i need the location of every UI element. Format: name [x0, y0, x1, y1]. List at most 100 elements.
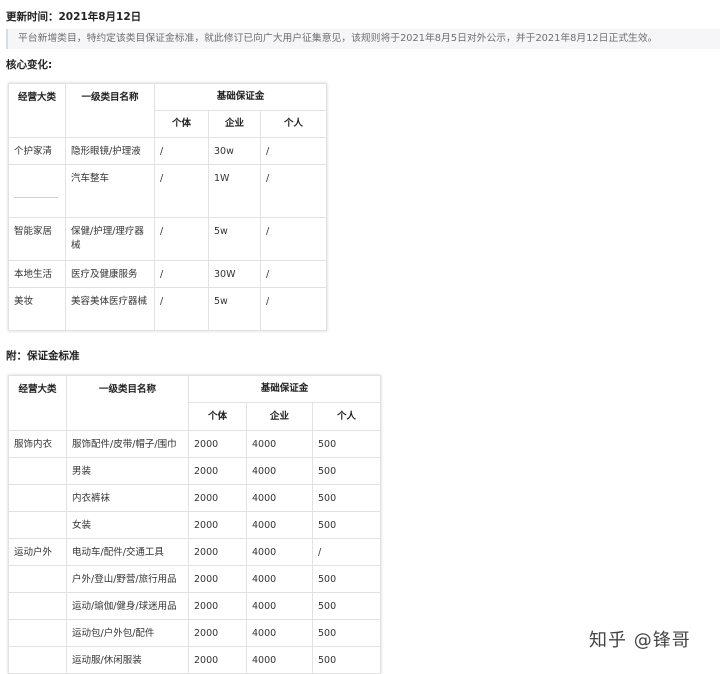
personal-cell: 500 — [311, 646, 382, 674]
table-row: 个护家清 隐形眼镜/护理液 / 30w / — [8, 137, 328, 165]
header-enterprise: 企业 — [208, 110, 261, 138]
enterprise-cell: 30W — [208, 260, 261, 288]
table-row: 汽车整车 / 1W / — [8, 164, 328, 218]
individual-cell: 2000 — [188, 457, 247, 485]
header-category: 经营大类 — [8, 375, 67, 431]
category-cell: 服饰内衣 — [8, 430, 67, 458]
enterprise-cell: 4000 — [246, 457, 313, 485]
enterprise-cell: 5w — [208, 287, 261, 331]
table-row: 户外/登山/野营/旅行用品 2000 4000 500 — [8, 565, 382, 593]
enterprise-cell: 4000 — [246, 430, 313, 458]
deposit-standard-table: 经营大类 一级类目名称 基础保证金 个体 企业 个人 服饰内衣 服饰配件/皮带/… — [8, 375, 382, 674]
individual-cell: / — [154, 137, 209, 165]
level1-cell: 保健/护理/理疗器械 — [65, 217, 155, 261]
enterprise-cell: 4000 — [246, 619, 313, 647]
core-changes-table: 经营大类 一级类目名称 基础保证金 个体 企业 个人 个护家清 隐形眼镜/护理液… — [8, 83, 328, 331]
enterprise-cell: 1W — [208, 164, 261, 218]
personal-cell: 500 — [311, 484, 382, 512]
header-enterprise: 企业 — [246, 402, 313, 431]
level1-cell: 户外/登山/野营/旅行用品 — [66, 565, 189, 593]
table-row: 本地生活 医疗及健康服务 / 30W / — [8, 260, 328, 288]
table-row: 美妆 美容美体医疗器械 / 5w / — [8, 287, 328, 331]
personal-cell: 500 — [311, 430, 382, 458]
enterprise-cell: 4000 — [246, 484, 313, 512]
notice-quote: 平台新增类目，特约定该类目保证金标准，就此修订已向广大用户征集意见，该规则将于2… — [6, 29, 720, 49]
level1-cell: 汽车整车 — [65, 164, 155, 218]
header-personal: 个人 — [259, 110, 328, 138]
level1-cell: 女装 — [66, 511, 189, 539]
enterprise-cell: 4000 — [246, 592, 313, 620]
category-cell: 智能家居 — [8, 217, 66, 261]
table-row: 运动服/休闲服装 2000 4000 500 — [8, 646, 382, 674]
individual-cell: 2000 — [188, 511, 247, 539]
table-row: 服饰内衣 服饰配件/皮带/帽子/围巾 2000 4000 500 — [8, 430, 382, 458]
category-cell — [8, 592, 67, 620]
category-cell — [8, 565, 67, 593]
personal-cell: / — [311, 538, 382, 566]
header-individual: 个体 — [154, 110, 209, 138]
category-cell: 美妆 — [8, 287, 66, 331]
category-cell — [8, 511, 67, 539]
personal-cell: 500 — [311, 565, 382, 593]
level1-cell: 美容美体医疗器械 — [65, 287, 155, 331]
table-row: 智能家居 保健/护理/理疗器械 / 5w / — [8, 217, 328, 261]
personal-cell: / — [259, 217, 328, 261]
individual-cell: / — [154, 287, 209, 331]
personal-cell: / — [259, 164, 328, 218]
individual-cell: 2000 — [188, 646, 247, 674]
table-row: 内衣裤袜 2000 4000 500 — [8, 484, 382, 512]
header-deposit: 基础保证金 — [153, 83, 328, 111]
enterprise-cell: 30w — [208, 137, 261, 165]
section-core-changes: 核心变化: — [6, 59, 53, 71]
enterprise-cell: 4000 — [246, 565, 313, 593]
level1-cell: 运动服/休闲服装 — [66, 646, 189, 674]
cell-divider — [14, 197, 58, 198]
header-level1: 一级类目名称 — [66, 375, 189, 431]
category-cell — [8, 619, 67, 647]
level1-cell: 运动包/户外包/配件 — [66, 619, 189, 647]
personal-cell: 500 — [311, 619, 382, 647]
update-time: 更新时间：2021年8月12日 — [6, 9, 141, 24]
individual-cell: / — [154, 217, 209, 261]
update-time-label: 更新时间： — [6, 11, 59, 23]
category-cell — [8, 646, 67, 674]
table-row: 女装 2000 4000 500 — [8, 511, 382, 539]
header-individual: 个体 — [188, 402, 247, 431]
personal-cell: / — [259, 287, 328, 331]
category-cell — [8, 484, 67, 512]
personal-cell: 500 — [311, 511, 382, 539]
category-cell: 本地生活 — [8, 260, 66, 288]
update-time-date: 2021年8月12日 — [58, 11, 142, 23]
table-row: 运动包/户外包/配件 2000 4000 500 — [8, 619, 382, 647]
personal-cell: 500 — [311, 592, 382, 620]
individual-cell: 2000 — [188, 430, 247, 458]
table-row: 运动/瑜伽/健身/球迷用品 2000 4000 500 — [8, 592, 382, 620]
category-cell: 运动户外 — [8, 538, 67, 566]
enterprise-cell: 5w — [208, 217, 261, 261]
personal-cell: / — [259, 137, 328, 165]
enterprise-cell: 4000 — [246, 511, 313, 539]
header-category: 经营大类 — [8, 83, 66, 138]
header-personal: 个人 — [311, 402, 382, 431]
table-row: 男装 2000 4000 500 — [8, 457, 382, 485]
personal-cell: 500 — [311, 457, 382, 485]
level1-cell: 男装 — [66, 457, 189, 485]
level1-cell: 内衣裤袜 — [66, 484, 189, 512]
header-deposit: 基础保证金 — [187, 375, 382, 403]
level1-cell: 电动车/配件/交通工具 — [66, 538, 189, 566]
individual-cell: 2000 — [188, 565, 247, 593]
zhihu-watermark: 知乎 @锋哥 — [589, 630, 691, 651]
category-cell — [8, 457, 67, 485]
individual-cell: / — [154, 260, 209, 288]
level1-cell: 运动/瑜伽/健身/球迷用品 — [66, 592, 189, 620]
personal-cell: / — [259, 260, 328, 288]
individual-cell: 2000 — [188, 484, 247, 512]
table-row: 运动户外 电动车/配件/交通工具 2000 4000 / — [8, 538, 382, 566]
level1-cell: 隐形眼镜/护理液 — [65, 137, 155, 165]
level1-cell: 服饰配件/皮带/帽子/围巾 — [66, 430, 189, 458]
category-cell: 个护家清 — [8, 137, 66, 165]
individual-cell: 2000 — [188, 619, 247, 647]
level1-cell: 医疗及健康服务 — [65, 260, 155, 288]
section-deposit-standard: 附：保证金标准 — [6, 350, 80, 362]
enterprise-cell: 4000 — [246, 646, 313, 674]
